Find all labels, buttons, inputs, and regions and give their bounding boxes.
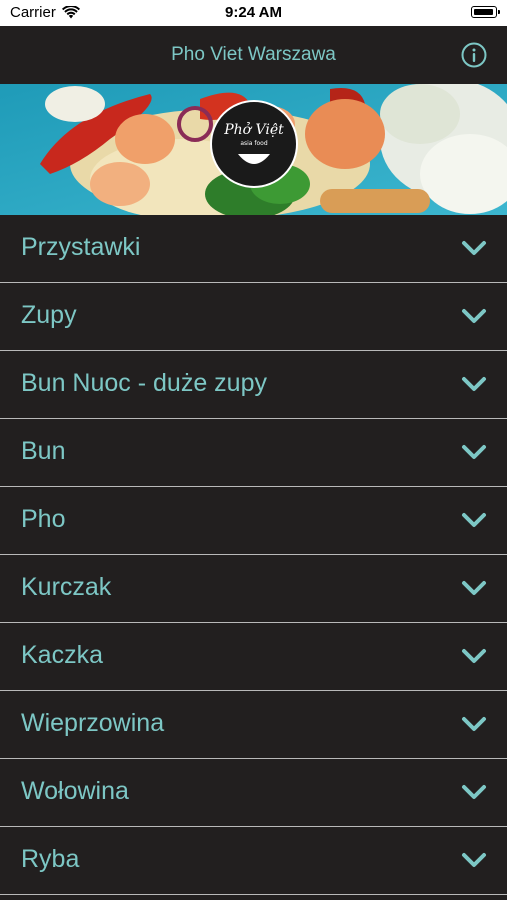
- menu-category-label: Zupy: [21, 301, 77, 329]
- chevron-down-icon[interactable]: [461, 239, 487, 257]
- menu-category-row[interactable]: Zupy: [0, 283, 507, 351]
- chevron-down-icon[interactable]: [461, 375, 487, 393]
- menu-category-label: Wieprzowina: [21, 709, 165, 737]
- chevron-down-icon[interactable]: [461, 443, 487, 461]
- navigation-bar: Pho Viet Warszawa: [0, 26, 507, 84]
- chevron-down-icon[interactable]: [461, 783, 487, 801]
- page-title: Pho Viet Warszawa: [171, 44, 336, 65]
- chevron-down-icon[interactable]: [461, 851, 487, 869]
- menu-category-row[interactable]: Wołowina: [0, 759, 507, 827]
- chevron-down-icon[interactable]: [461, 579, 487, 597]
- menu-category-row[interactable]: Bun Nuoc - duże zupy: [0, 351, 507, 419]
- chevron-down-icon[interactable]: [461, 511, 487, 529]
- menu-category-label: Wołowina: [21, 777, 129, 805]
- menu-category-row[interactable]: Wieprzowina: [0, 691, 507, 759]
- menu-category-label: Przystawki: [21, 233, 141, 261]
- header-banner-image: Phở Việt asia food: [0, 84, 507, 215]
- menu-category-row[interactable]: Pho: [0, 487, 507, 555]
- food-photo: Phở Việt asia food: [0, 84, 507, 215]
- menu-category-list: Przystawki Zupy Bun Nuoc - duże zupy Bun Pho…: [0, 215, 507, 895]
- chevron-down-icon[interactable]: [461, 647, 487, 665]
- menu-category-label: Kurczak: [21, 573, 112, 601]
- info-icon[interactable]: [461, 42, 487, 68]
- logo-text: Phở Việt: [223, 121, 284, 138]
- menu-category-label: Pho: [21, 505, 66, 533]
- menu-category-label: Bun: [21, 437, 66, 465]
- menu-category-label: Bun Nuoc - duże zupy: [21, 369, 267, 397]
- menu-category-row[interactable]: Kurczak: [0, 555, 507, 623]
- chevron-down-icon[interactable]: [461, 307, 487, 325]
- menu-category-label: Kaczka: [21, 641, 103, 669]
- menu-category-label: Ryba: [21, 845, 80, 873]
- status-time: 9:24 AM: [225, 4, 282, 21]
- menu-category-row[interactable]: Kaczka: [0, 623, 507, 691]
- status-bar: Carrier 9:24 AM: [0, 0, 507, 26]
- menu-category-row[interactable]: Bun: [0, 419, 507, 487]
- menu-category-row[interactable]: Ryba: [0, 827, 507, 895]
- battery-icon: [471, 6, 500, 18]
- menu-category-row[interactable]: Przystawki: [0, 215, 507, 283]
- chevron-down-icon[interactable]: [461, 715, 487, 733]
- logo-subtext: asia food: [240, 140, 268, 147]
